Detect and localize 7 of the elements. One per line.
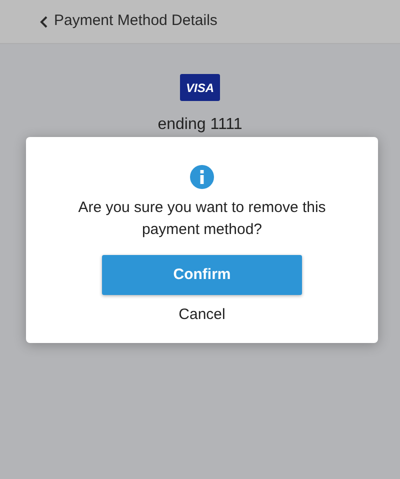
dialog-message: Are you sure you want to remove this payment method? — [77, 198, 327, 240]
info-icon — [190, 165, 214, 189]
cancel-button[interactable]: Cancel — [174, 303, 230, 328]
back-icon[interactable] — [40, 16, 48, 28]
page-title: Payment Method Details — [54, 11, 218, 32]
visa-logo: VISA — [180, 74, 220, 101]
card-ending-text: ending 1111 — [158, 115, 242, 135]
